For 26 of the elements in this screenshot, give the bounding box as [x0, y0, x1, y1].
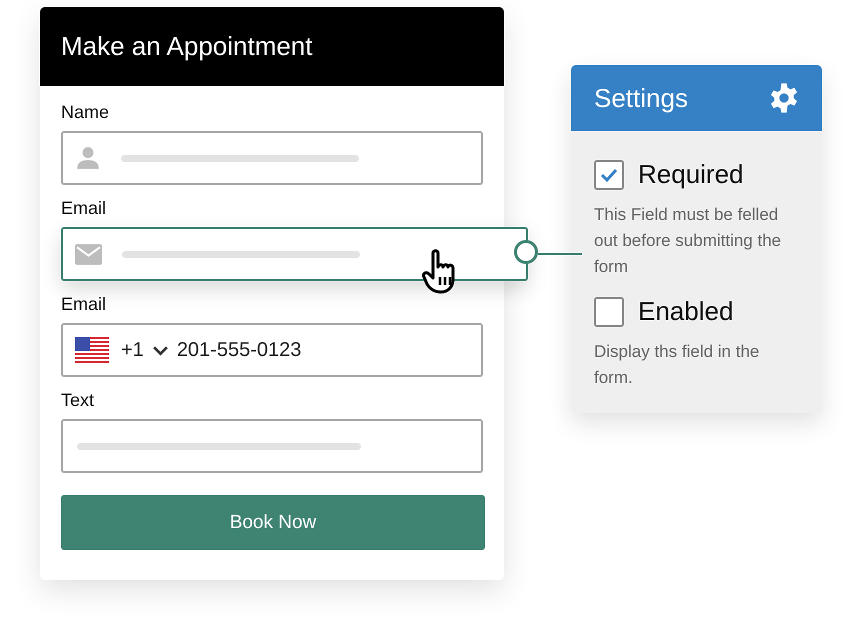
- field-label: Name: [61, 102, 110, 123]
- input-field[interactable]: [61, 131, 483, 185]
- chevron-down-icon[interactable]: [152, 344, 169, 356]
- settings-icon[interactable]: [768, 82, 800, 114]
- envelope-icon: [75, 244, 102, 264]
- flag-icon: [75, 337, 109, 363]
- input-field[interactable]: [61, 227, 528, 281]
- option-description: This Field must be felled out before submitting the form: [594, 204, 782, 278]
- checkbox[interactable]: [594, 296, 624, 326]
- input-field[interactable]: +1 201-555-0123: [61, 323, 483, 377]
- book-now-button[interactable]: Book Now: [61, 495, 485, 550]
- field-label: Email: [61, 294, 108, 315]
- field-label: Text: [61, 390, 96, 411]
- settings-title: Settings: [594, 82, 688, 114]
- option-label: Required: [638, 159, 744, 190]
- connector-handle[interactable]: [514, 240, 538, 264]
- option-label: Enabled: [638, 296, 734, 327]
- form-title: Make an Appointment: [61, 31, 312, 62]
- connector-line: [538, 253, 582, 255]
- option-description: Display ths field in the form.: [594, 341, 760, 389]
- phone-value: 201-555-0123: [176, 338, 302, 362]
- input-field[interactable]: [61, 419, 483, 473]
- checkbox[interactable]: [594, 160, 624, 190]
- country-code[interactable]: +1: [121, 338, 144, 362]
- field-label: Email: [61, 198, 108, 219]
- person-icon: [75, 145, 101, 171]
